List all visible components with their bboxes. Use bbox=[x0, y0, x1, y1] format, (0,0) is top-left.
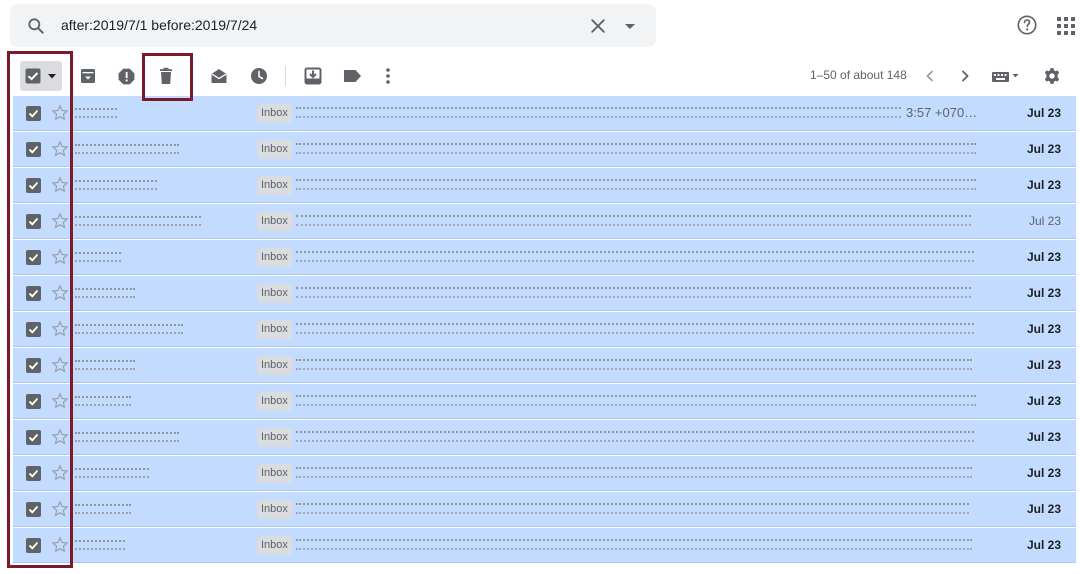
email-date: Jul 23 bbox=[1026, 502, 1061, 516]
email-row[interactable]: Inbox Jul 23 bbox=[13, 528, 1076, 563]
email-date: Jul 23 bbox=[1026, 538, 1061, 552]
search-bar[interactable]: after:2019/7/1 before:2019/7/24 bbox=[10, 4, 656, 47]
email-date: Jul 23 bbox=[1026, 286, 1061, 300]
top-bar: after:2019/7/1 before:2019/7/24 bbox=[0, 0, 1080, 54]
inbox-label: Inbox bbox=[257, 284, 292, 303]
subject-snippet-redacted bbox=[296, 107, 901, 118]
search-options-icon[interactable] bbox=[622, 16, 638, 41]
inbox-label: Inbox bbox=[257, 212, 292, 231]
sender-name-redacted bbox=[75, 180, 157, 190]
email-date: Jul 23 bbox=[1026, 106, 1061, 120]
sender-name-redacted bbox=[75, 144, 179, 154]
subject-snippet-redacted bbox=[296, 143, 976, 154]
inbox-label: Inbox bbox=[257, 500, 292, 519]
inbox-label: Inbox bbox=[257, 104, 292, 123]
sender-name-redacted bbox=[75, 504, 131, 514]
sender-name-redacted bbox=[75, 324, 183, 334]
labels-icon[interactable] bbox=[342, 66, 362, 86]
email-date: Jul 23 bbox=[1026, 466, 1061, 480]
email-date: Jul 23 bbox=[1026, 394, 1061, 408]
sender-name-redacted bbox=[75, 216, 201, 226]
email-row[interactable]: Inbox 3:57 +070… Jul 23 bbox=[13, 96, 1076, 131]
email-row[interactable]: Inbox Jul 23 bbox=[13, 312, 1076, 347]
email-date: Jul 23 bbox=[1026, 142, 1061, 156]
chevron-right-icon[interactable] bbox=[955, 66, 975, 86]
email-date: Jul 23 bbox=[1026, 178, 1061, 192]
search-icon[interactable] bbox=[26, 16, 46, 41]
email-row[interactable]: Inbox Jul 23 bbox=[13, 384, 1076, 419]
apps-icon[interactable] bbox=[1056, 16, 1076, 41]
email-list: Inbox 3:57 +070… Jul 23 Inbox Jul 23 Inb… bbox=[0, 96, 1080, 574]
email-row[interactable]: Inbox Jul 23 bbox=[13, 420, 1076, 455]
inbox-label: Inbox bbox=[257, 356, 292, 375]
toolbar-divider bbox=[285, 66, 286, 86]
sender-name-redacted bbox=[75, 360, 135, 370]
keyboard-icon[interactable] bbox=[990, 66, 1022, 86]
email-date: Jul 23 bbox=[1026, 322, 1061, 336]
more-icon[interactable] bbox=[378, 66, 398, 86]
email-row[interactable]: Inbox Jul 23 bbox=[13, 492, 1076, 527]
inbox-label: Inbox bbox=[257, 320, 292, 339]
snippet-visible-text: 3:57 +070… bbox=[906, 105, 978, 120]
report-spam-icon[interactable] bbox=[116, 66, 136, 86]
highlight-delete-button bbox=[142, 53, 193, 101]
snooze-icon[interactable] bbox=[249, 66, 269, 86]
email-date: Jul 23 bbox=[1028, 214, 1061, 228]
subject-snippet-redacted bbox=[296, 287, 971, 298]
inbox-label: Inbox bbox=[257, 536, 292, 555]
email-row[interactable]: Inbox Jul 23 bbox=[13, 240, 1076, 275]
subject-snippet-redacted bbox=[296, 215, 971, 226]
email-row[interactable]: Inbox Jul 23 bbox=[13, 348, 1076, 383]
pagination-info: 1–50 of about 148 bbox=[810, 68, 907, 82]
search-input[interactable]: after:2019/7/1 before:2019/7/24 bbox=[61, 17, 257, 33]
inbox-label: Inbox bbox=[257, 428, 292, 447]
email-date: Jul 23 bbox=[1026, 358, 1061, 372]
sender-name-redacted bbox=[75, 396, 131, 406]
email-row[interactable]: Inbox Jul 23 bbox=[13, 132, 1076, 167]
subject-snippet-redacted bbox=[296, 503, 969, 514]
sender-name-redacted bbox=[75, 288, 135, 298]
inbox-label: Inbox bbox=[257, 140, 292, 159]
archive-icon[interactable] bbox=[78, 66, 98, 86]
sender-name-redacted bbox=[75, 432, 179, 442]
inbox-label: Inbox bbox=[257, 464, 292, 483]
email-row[interactable]: Inbox Jul 23 bbox=[13, 456, 1076, 491]
email-date: Jul 23 bbox=[1026, 430, 1061, 444]
move-to-icon[interactable] bbox=[303, 66, 323, 86]
sender-name-redacted bbox=[75, 108, 117, 118]
email-row[interactable]: Inbox Jul 23 bbox=[13, 204, 1076, 239]
sender-name-redacted bbox=[75, 468, 149, 478]
subject-snippet-redacted bbox=[296, 431, 974, 442]
subject-snippet-redacted bbox=[296, 323, 974, 334]
subject-snippet-redacted bbox=[296, 359, 972, 370]
email-date: Jul 23 bbox=[1026, 250, 1061, 264]
inbox-label: Inbox bbox=[257, 248, 292, 267]
subject-snippet-redacted bbox=[296, 179, 976, 190]
email-row[interactable]: Inbox Jul 23 bbox=[13, 168, 1076, 203]
subject-snippet-redacted bbox=[296, 539, 972, 550]
clear-search-icon[interactable] bbox=[588, 16, 608, 41]
settings-icon[interactable] bbox=[1042, 66, 1062, 86]
sender-name-redacted bbox=[75, 252, 121, 262]
subject-snippet-redacted bbox=[296, 395, 976, 406]
sender-name-redacted bbox=[75, 540, 125, 550]
mark-as-read-icon[interactable] bbox=[209, 66, 229, 86]
help-icon[interactable] bbox=[1016, 14, 1038, 41]
subject-snippet-redacted bbox=[296, 251, 974, 262]
inbox-label: Inbox bbox=[257, 392, 292, 411]
subject-snippet-redacted bbox=[296, 467, 972, 478]
highlight-select-column bbox=[7, 51, 73, 568]
email-row[interactable]: Inbox Jul 23 bbox=[13, 276, 1076, 311]
chevron-left-icon[interactable] bbox=[920, 66, 940, 86]
inbox-label: Inbox bbox=[257, 176, 292, 195]
